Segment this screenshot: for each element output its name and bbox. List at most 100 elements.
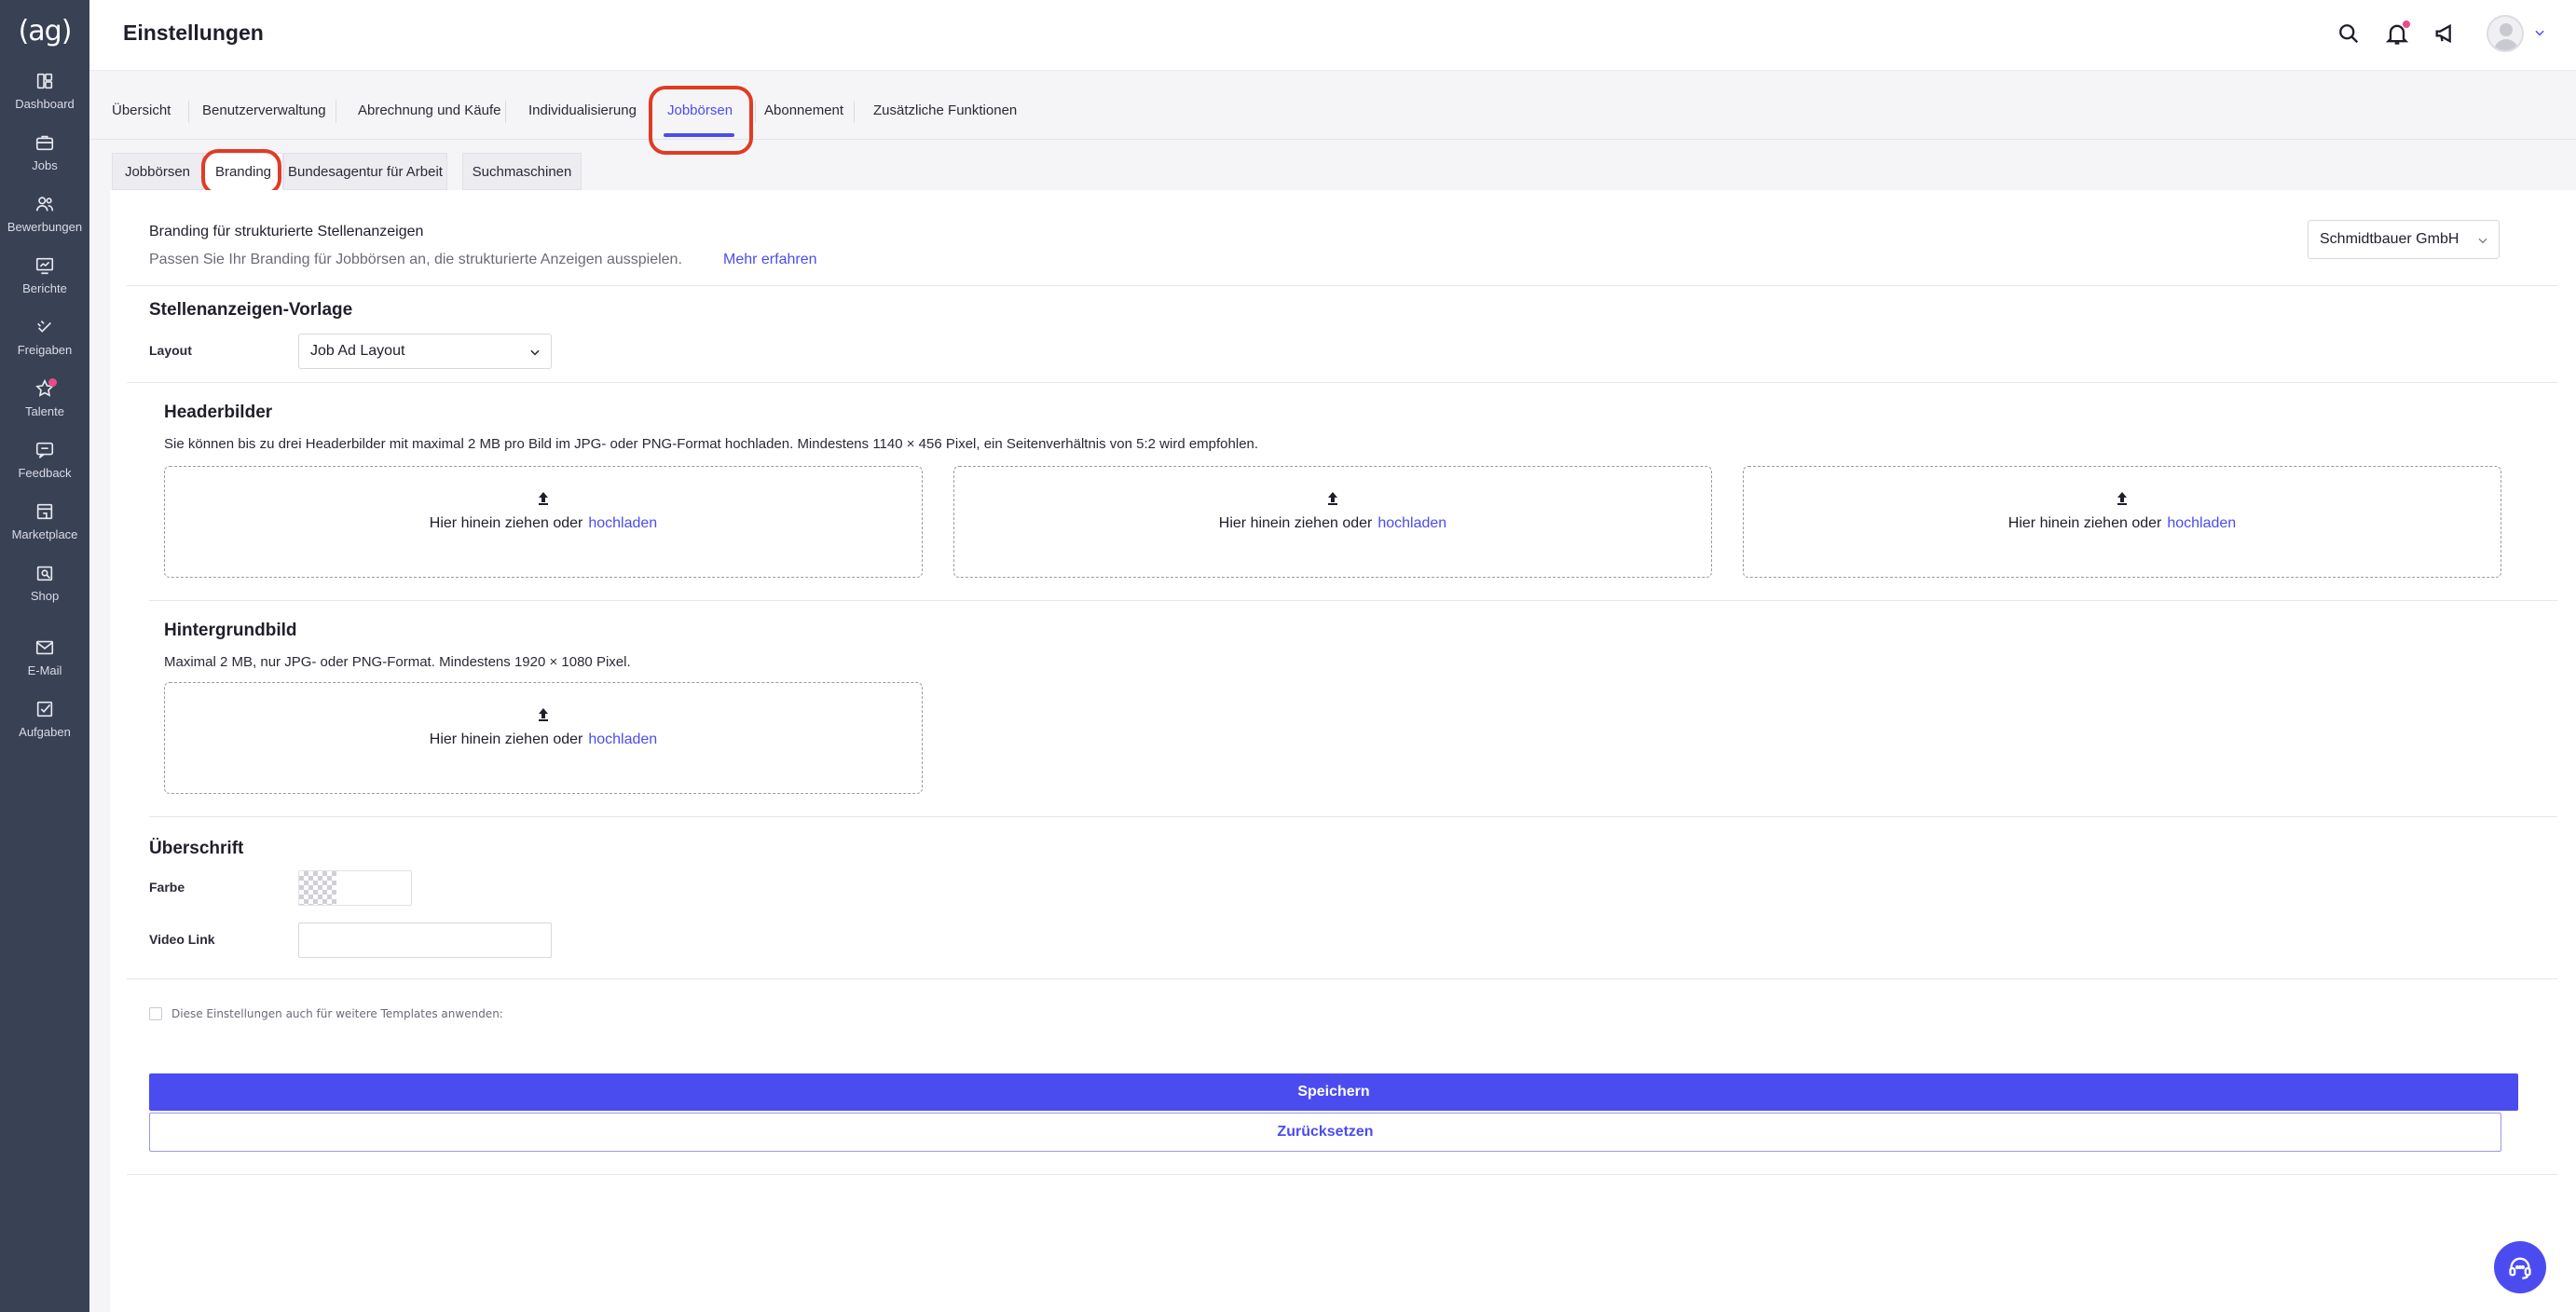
tab-separator [188,101,189,123]
page-title: Einstellungen [123,20,264,45]
subtab-branding[interactable]: Branding [203,153,283,190]
users-icon [35,197,54,212]
layout-label: Layout [149,343,192,358]
tab-separator [854,101,855,123]
active-tab-indicator [664,133,734,137]
app-logo[interactable]: (ag) [17,13,73,50]
tab-separator [755,101,756,123]
reset-button[interactable]: Zurücksetzen [149,1113,2501,1152]
notification-badge [48,378,57,387]
headset-icon [2509,1257,2531,1279]
save-button[interactable]: Speichern [149,1073,2518,1111]
tab-abonnement[interactable]: Abonnement [764,71,843,140]
chevron-down-icon[interactable] [2533,26,2546,39]
sidebar-item-talente[interactable]: Talente [0,378,89,434]
apply-templates-label: Diese Einstellungen auch für weitere Tem… [171,1007,503,1020]
upload-link[interactable]: hochladen [2167,515,2236,531]
task-icon [36,701,53,718]
sidebar-item-shop[interactable]: Shop [0,563,89,619]
support-chat-button[interactable] [2494,1241,2546,1293]
tab-zusaetzliche-funktionen[interactable]: Zusätzliche Funktionen [873,71,1017,140]
announcements-button[interactable] [2432,20,2459,47]
sidebar-item-label: Berichte [22,281,67,295]
subtab-suchmaschinen[interactable]: Suchmaschinen [462,153,582,190]
user-avatar[interactable] [2487,15,2524,52]
color-picker[interactable] [298,870,412,906]
tab-abrechnung[interactable]: Abrechnung und Käufe [358,71,500,140]
tab-individualisierung[interactable]: Individualisierung [528,71,637,140]
sidebar-item-bewerbungen[interactable]: Bewerbungen [0,194,89,250]
chevron-down-icon [2478,238,2487,244]
tab-benutzerverwaltung[interactable]: Benutzerverwaltung [202,71,326,140]
learn-more-link[interactable]: Mehr erfahren [723,252,817,268]
dropzone-text: Hier hinein ziehen oder hochladen [165,731,922,748]
sidebar-item-label: Dashboard [15,97,75,111]
sidebar-item-label: Talente [25,404,64,418]
sidebar-item-label: Bewerbungen [7,220,83,234]
upload-link[interactable]: hochladen [588,731,657,747]
drop-text: Hier hinein ziehen oder [429,515,583,531]
search-button[interactable] [2336,20,2362,47]
video-link-label: Video Link [149,932,215,947]
dashboard-icon [36,73,53,89]
header-images-heading: Headerbilder [164,403,273,422]
sidebar-item-label: Aufgaben [19,725,71,739]
sidebar-item-email[interactable]: E-Mail [0,637,89,693]
company-select[interactable]: Schmidtbauer GmbH [2308,220,2500,259]
sidebar-item-berichte[interactable]: Berichte [0,255,89,311]
drop-text: Hier hinein ziehen oder [2007,515,2162,531]
subtab-jobboersen[interactable]: Jobbörsen [112,153,203,190]
apply-templates-checkbox[interactable] [149,1007,162,1020]
sidebar-item-freigaben[interactable]: Freigaben [0,317,89,373]
header-image-dropzone-3[interactable]: Hier hinein ziehen oder hochladen [1743,466,2501,578]
sidebar: (ag) Dashboard Jobs Bewerbungen Berichte… [0,0,89,1312]
tab-uebersicht[interactable]: Übersicht [112,71,171,140]
header-image-dropzone-1[interactable]: Hier hinein ziehen oder hochladen [164,466,923,578]
upload-link[interactable]: hochladen [588,515,657,531]
transparent-swatch [299,871,336,905]
dropzone-text: Hier hinein ziehen oder hochladen [954,515,1711,532]
video-link-input[interactable] [298,922,552,958]
sidebar-item-label: Jobs [32,158,58,172]
divider [127,978,2557,979]
avatar-head [2500,23,2513,36]
chat-icon [35,442,54,458]
store-icon [36,503,53,520]
chevron-down-icon [530,349,540,356]
company-select-value: Schmidtbauer GmbH [2320,231,2460,247]
dropzone-text: Hier hinein ziehen oder hochladen [1744,515,2501,532]
branding-description: Passen Sie Ihr Branding für Jobbörsen an… [149,252,682,267]
top-bar: Einstellungen [89,0,2576,71]
sidebar-item-feedback[interactable]: Feedback [0,440,89,496]
dropzone-text: Hier hinein ziehen oder hochladen [165,515,922,532]
sidebar-item-aufgaben[interactable]: Aufgaben [0,699,89,755]
divider [149,600,2557,601]
shop-icon [36,566,53,581]
background-description: Maximal 2 MB, nur JPG- oder PNG-Format. … [164,654,631,670]
briefcase-icon [35,135,54,151]
sidebar-item-dashboard[interactable]: Dashboard [0,71,89,127]
divider [127,1174,2557,1175]
upload-icon [539,708,548,721]
subtab-bundesagentur[interactable]: Bundesagentur für Arbeit [283,153,447,190]
upload-icon [539,492,548,505]
sidebar-item-label: Shop [30,589,60,603]
upload-icon [1328,492,1337,505]
notifications-button[interactable] [2384,20,2410,47]
search-icon [2339,24,2359,44]
sidebar-item-jobs[interactable]: Jobs [0,132,89,188]
tab-jobboersen[interactable]: Jobbörsen [667,71,733,140]
header-image-dropzone-2[interactable]: Hier hinein ziehen oder hochladen [953,466,1712,578]
sidebar-item-label: Freigaben [17,343,73,357]
sidebar-item-marketplace[interactable]: Marketplace [0,501,89,557]
divider [127,285,2557,286]
upload-link[interactable]: hochladen [1377,515,1446,531]
settings-tabs: Übersicht Benutzerverwaltung Abrechnung … [89,71,2576,140]
layout-select-value: Job Ad Layout [310,343,405,359]
sidebar-item-label: Marketplace [11,527,78,541]
layout-select[interactable]: Job Ad Layout [298,334,552,369]
upload-icon [2117,492,2127,505]
divider [149,816,2557,817]
background-image-dropzone[interactable]: Hier hinein ziehen oder hochladen [164,682,923,794]
avatar-body [2494,39,2518,50]
